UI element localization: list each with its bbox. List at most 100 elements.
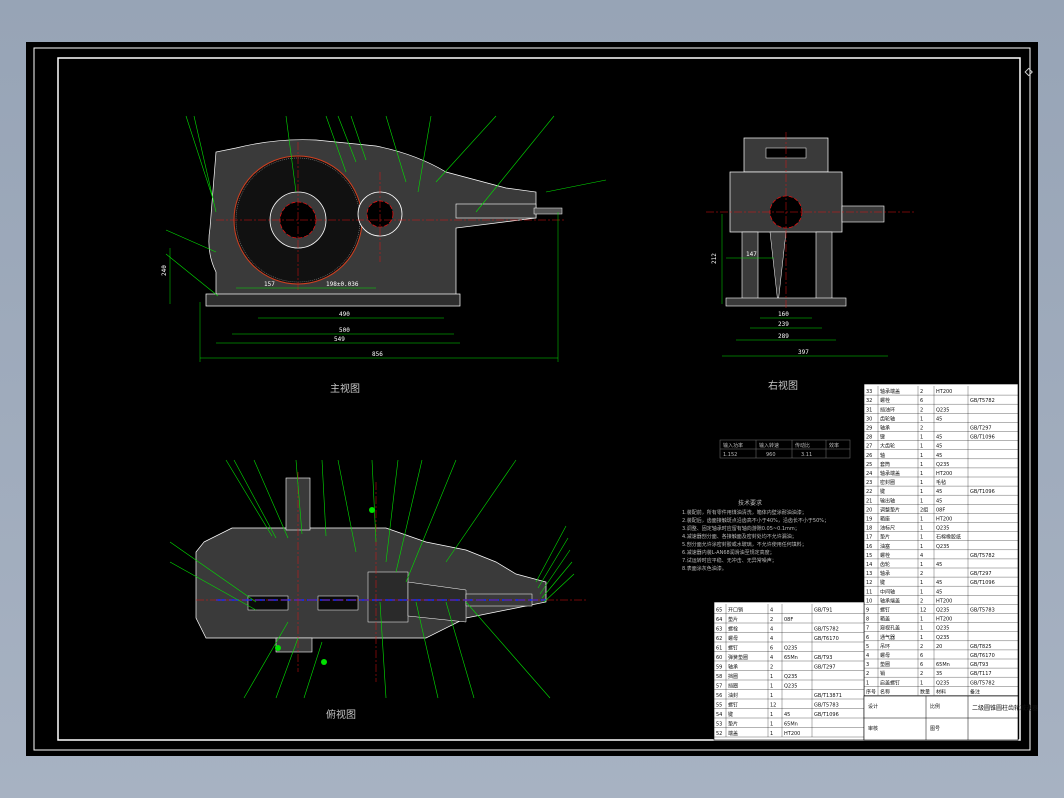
bom-cell: 10 xyxy=(866,598,872,604)
svg-text:技术要求: 技术要求 xyxy=(738,499,762,507)
svg-text:2.装配后，齿面接触斑点沿齿高不小于40%，沿齿长不小于50: 2.装配后，齿面接触斑点沿齿高不小于40%，沿齿长不小于50%； xyxy=(682,517,829,524)
bom-cell: 1 xyxy=(920,416,923,422)
bom-cell: 45 xyxy=(936,453,942,459)
bom-cell: 3 xyxy=(866,662,869,668)
bom-cell: 12 xyxy=(866,580,872,586)
bom-cell: 16 xyxy=(866,544,872,550)
bom-cell: 2 xyxy=(920,426,923,432)
bom-cell: 65Mn xyxy=(784,655,798,661)
title-block: 二级圆锥圆柱齿轮减速器 设计 审核 比例 图号 xyxy=(863,695,1038,741)
dim-490: 490 xyxy=(339,311,350,318)
bom-cell: 4 xyxy=(770,608,773,614)
bom-cell: HT200 xyxy=(936,517,952,523)
bom-cell: 石棉橡胶纸 xyxy=(936,534,961,541)
bom-cell: 56 xyxy=(716,693,722,699)
bom-cell: 25 xyxy=(866,462,872,468)
bom-cell: 1 xyxy=(920,453,923,459)
svg-text:图号: 图号 xyxy=(930,726,940,732)
bom-cell: 垫片 xyxy=(880,534,890,541)
bom-cell: 18 xyxy=(866,526,872,532)
main-view xyxy=(165,115,607,362)
bom-cell: 垫片 xyxy=(728,721,738,728)
dim-157: 157 xyxy=(264,281,275,288)
svg-text:传动比: 传动比 xyxy=(795,442,810,449)
svg-text:设计: 设计 xyxy=(868,703,878,710)
bom-cell: 启盖螺钉 xyxy=(880,679,900,686)
bom-cell: 9 xyxy=(866,608,869,614)
drawing-canvas[interactable]: 主视图 右视图 俯视图 157 198±0.036 490 500 549 85… xyxy=(26,42,1038,756)
bom-cell: 螺钉 xyxy=(880,607,890,614)
bom-cell: 1 xyxy=(920,444,923,450)
bom-cell: GB/T825 xyxy=(970,644,992,650)
bom-cell: 轴承端盖 xyxy=(880,470,900,477)
dim-198: 198±0.036 xyxy=(326,281,359,288)
bom-cell: 45 xyxy=(784,712,790,718)
bom-cell: Q235 xyxy=(936,544,949,550)
bom-cell: GB/T117 xyxy=(970,671,992,677)
bom-cell: 箱盖 xyxy=(880,616,890,623)
right-view xyxy=(706,132,916,357)
drawing-name: 二级圆锥圆柱齿轮减速器 xyxy=(972,704,1038,712)
bom-cell: 挡圈 xyxy=(728,673,738,680)
bom-cell: 45 xyxy=(936,580,942,586)
svg-text:1.152: 1.152 xyxy=(723,452,737,458)
bom-cell: 35 xyxy=(936,671,942,677)
bom-cell: 6 xyxy=(770,646,773,652)
dim-147: 147 xyxy=(746,251,757,258)
bom-cell: GB/T91 xyxy=(814,608,832,614)
bom-cell: 油封 xyxy=(728,692,738,699)
bom-cell: GB/T297 xyxy=(814,665,836,671)
svg-text:3.11: 3.11 xyxy=(801,452,812,458)
bom-cell: 24 xyxy=(866,471,872,477)
bom-cell: 4 xyxy=(770,636,773,642)
bom-cell: 键 xyxy=(728,711,733,718)
bom-cell: 轴 xyxy=(880,452,885,459)
bom-cell: 2 xyxy=(920,389,923,395)
bom-cell: 13 xyxy=(866,571,872,577)
bom-cell: 调整垫片 xyxy=(880,506,900,513)
bom-cell: 1 xyxy=(920,498,923,504)
svg-text:7.试运转时应平稳、无冲击、无异常噪声；: 7.试运转时应平稳、无冲击、无异常噪声； xyxy=(682,557,777,564)
bom-cell: 45 xyxy=(936,489,942,495)
bom-cell: 螺栓 xyxy=(880,552,890,559)
bom-cell: Q235 xyxy=(784,646,797,652)
bom-cell: 2 xyxy=(866,671,869,677)
dim-549: 549 xyxy=(334,336,345,343)
bom-cell: GB/T5782 xyxy=(970,553,995,559)
svg-text:效率: 效率 xyxy=(829,442,839,449)
bom-cell: 22 xyxy=(866,489,872,495)
bom-cell: 密封圈 xyxy=(880,479,895,486)
bom-cell: 6 xyxy=(920,662,923,668)
bom-cell: 垫圈 xyxy=(880,661,890,668)
bom-cell: 套筒 xyxy=(880,461,890,468)
bom-cell: 大齿轮 xyxy=(880,443,895,450)
bom-cell: 28 xyxy=(866,435,872,441)
bom-cell: 垫片 xyxy=(728,616,738,623)
bom-cell: 1 xyxy=(920,435,923,441)
dim-397: 397 xyxy=(798,349,809,356)
ucs-marker-icon xyxy=(1024,67,1033,77)
bom-cell: 17 xyxy=(866,535,872,541)
bom-cell: 27 xyxy=(866,444,872,450)
bom-cell: 轴承端盖 xyxy=(880,597,900,604)
bom-cell: 08F xyxy=(936,507,945,513)
dim-289: 289 xyxy=(778,333,789,340)
bom-cell: 1 xyxy=(770,693,773,699)
bom-cell: 螺栓 xyxy=(728,626,738,633)
bom-cell: 1 xyxy=(920,526,923,532)
bom-cell: GB/T297 xyxy=(970,571,992,577)
bom-cell: 2 xyxy=(770,665,773,671)
bom-cell: 23 xyxy=(866,480,872,486)
bom-cell: 4 xyxy=(770,627,773,633)
bom-cell: 20 xyxy=(936,644,942,650)
bom-cell: 1 xyxy=(920,562,923,568)
dim-160: 160 xyxy=(778,311,789,318)
bom-cell: 1 xyxy=(770,722,773,728)
bom-cell: 销 xyxy=(880,670,885,677)
bom-cell: 中间轴 xyxy=(880,588,895,595)
bom-cell: 挡圈 xyxy=(728,683,738,690)
svg-text:3.调整、固定轴承时应留有轴向游隙0.05~0.1mm；: 3.调整、固定轴承时应留有轴向游隙0.05~0.1mm； xyxy=(682,525,800,532)
bom-cell: GB/T6170 xyxy=(970,653,995,659)
dim-856: 856 xyxy=(372,351,383,358)
bom-cell: 键 xyxy=(880,579,885,586)
